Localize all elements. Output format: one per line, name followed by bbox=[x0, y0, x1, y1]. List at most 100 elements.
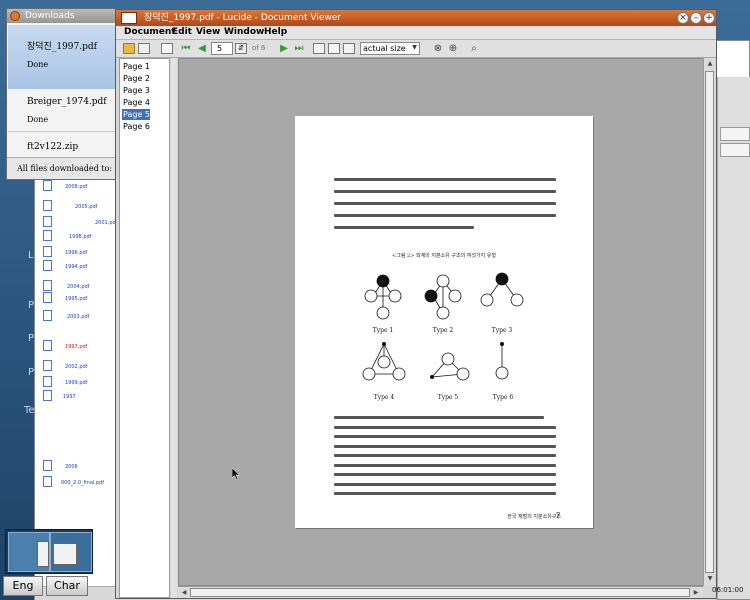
background-link-row[interactable]: 1994.pdf bbox=[35, 259, 120, 273]
first-page-icon[interactable]: ⏮ bbox=[180, 43, 192, 54]
menu-view[interactable]: View bbox=[196, 27, 220, 37]
chevron-down-icon[interactable]: ▼ bbox=[410, 43, 419, 53]
file-icon bbox=[43, 216, 52, 227]
char-button[interactable]: Char bbox=[46, 576, 88, 596]
go-to-page-icon[interactable]: ⇵ bbox=[235, 43, 247, 54]
background-link-row[interactable]: 1997.pdf bbox=[35, 339, 120, 353]
sidebar-item-page-6[interactable]: Page 6 bbox=[122, 121, 150, 132]
previous-page-icon[interactable]: ◀ bbox=[196, 43, 208, 54]
text-line bbox=[334, 482, 556, 486]
text-line bbox=[334, 178, 556, 181]
type-6-diagram bbox=[495, 342, 509, 380]
next-page-icon[interactable]: ▶ bbox=[278, 43, 290, 54]
maximize-icon[interactable]: + bbox=[703, 12, 715, 24]
background-link[interactable]: 2003.pdf bbox=[67, 314, 89, 320]
download-item[interactable]: ft2v122.zip bbox=[8, 131, 116, 155]
menu-help[interactable]: Help bbox=[264, 27, 287, 37]
zoom-icon[interactable]: ⌕ bbox=[468, 43, 480, 54]
print-icon[interactable] bbox=[138, 43, 150, 54]
background-link[interactable]: 2004.pdf bbox=[67, 284, 89, 290]
firefox-icon bbox=[10, 11, 20, 21]
text-line bbox=[334, 492, 556, 495]
mouse-cursor-icon bbox=[232, 468, 240, 480]
vertical-scroll-thumb[interactable] bbox=[705, 71, 714, 573]
text-line bbox=[334, 190, 556, 193]
download-status: Done bbox=[27, 60, 49, 69]
continuous-page-icon[interactable] bbox=[328, 43, 340, 54]
background-link-row[interactable]: 2003.pdf bbox=[35, 309, 120, 323]
properties-icon[interactable] bbox=[161, 43, 173, 54]
downloads-titlebar[interactable]: Downloads bbox=[7, 9, 117, 23]
fit-width-icon[interactable] bbox=[343, 43, 355, 54]
background-link[interactable]: 2008.pdf bbox=[65, 184, 87, 190]
text-line bbox=[334, 226, 474, 229]
background-link[interactable]: 1994.pdf bbox=[65, 264, 87, 270]
background-link-row[interactable]: 1997 bbox=[35, 389, 120, 403]
single-page-icon[interactable] bbox=[313, 43, 325, 54]
background-link[interactable]: 1997 bbox=[63, 394, 76, 400]
background-link-row[interactable]: 1999.pdf bbox=[35, 375, 120, 389]
lucide-titlebar[interactable]: 장덕진_1997.pdf - Lucide - Document Viewer … bbox=[116, 10, 716, 26]
sidebar-item-page-1[interactable]: Page 1 bbox=[122, 61, 150, 72]
background-link-row[interactable]: 2008.pdf bbox=[35, 179, 120, 193]
background-link[interactable]: 2002.pdf bbox=[65, 364, 87, 370]
background-link[interactable]: 1997.pdf bbox=[65, 344, 87, 350]
sidebar-scrollbar[interactable] bbox=[171, 58, 177, 598]
background-link-row[interactable]: 2001.pdf bbox=[35, 215, 120, 229]
minimize-icon[interactable]: – bbox=[690, 12, 702, 24]
download-item[interactable]: Breiger_1974.pdf Done bbox=[8, 89, 116, 129]
horizontal-scroll-thumb[interactable] bbox=[190, 588, 690, 597]
horizontal-scrollbar[interactable]: ◀ ▶ bbox=[178, 586, 703, 598]
background-link-row[interactable]: 2005.pdf bbox=[35, 199, 120, 213]
vertical-scrollbar[interactable]: ▲ ▼ bbox=[703, 58, 715, 586]
background-link-row[interactable]: 2006 bbox=[35, 459, 120, 473]
find-next-icon[interactable]: ⊕ bbox=[447, 43, 459, 54]
background-link[interactable]: 2006 bbox=[65, 464, 78, 470]
page-list-sidebar: Page 1 Page 2 Page 3 Page 4 Page 5 Page … bbox=[119, 58, 170, 598]
desktop-label: Te bbox=[24, 405, 35, 416]
background-link-row[interactable]: 000_2.0_final.pdf bbox=[35, 475, 120, 489]
background-link[interactable]: 1999.pdf bbox=[65, 380, 87, 386]
text-line bbox=[334, 214, 556, 217]
last-page-icon[interactable]: ⏭ bbox=[293, 43, 305, 54]
page-number-input[interactable]: 5 bbox=[211, 42, 233, 55]
text-line bbox=[334, 463, 556, 467]
background-right-panel bbox=[717, 77, 750, 599]
background-link[interactable]: 1995.pdf bbox=[65, 296, 87, 302]
type-4-label: Type 4 bbox=[373, 394, 395, 401]
type-2-diagram bbox=[424, 274, 462, 320]
background-link-row[interactable]: 1998.pdf bbox=[35, 229, 120, 243]
menu-edit[interactable]: Edit bbox=[172, 27, 192, 37]
document-view[interactable]: <그림 2> 외계의 지분소유 구조의 여섯가지 유형 Type 1 Type … bbox=[178, 58, 714, 586]
menu-document[interactable]: Document bbox=[124, 27, 176, 37]
scroll-down-icon[interactable]: ▼ bbox=[705, 574, 715, 584]
sidebar-item-page-4[interactable]: Page 4 bbox=[122, 97, 150, 108]
sidebar-item-page-5[interactable]: Page 5 bbox=[122, 109, 150, 120]
scroll-right-icon[interactable]: ▶ bbox=[691, 588, 701, 598]
background-link[interactable]: 1998.pdf bbox=[69, 234, 91, 240]
background-link[interactable]: 1996.pdf bbox=[65, 250, 87, 256]
workspace-1[interactable] bbox=[8, 532, 50, 572]
zoom-value: actual size bbox=[363, 44, 406, 53]
background-link-row[interactable]: 1996.pdf bbox=[35, 245, 120, 259]
sidebar-item-page-3[interactable]: Page 3 bbox=[122, 85, 150, 96]
language-eng-button[interactable]: Eng bbox=[3, 576, 43, 596]
download-item[interactable]: 장덕진_1997.pdf Done bbox=[8, 25, 116, 89]
background-side-button[interactable] bbox=[720, 143, 750, 157]
downloads-footer: All files downloaded to: ▸ bbox=[7, 157, 117, 179]
file-icon bbox=[43, 246, 52, 257]
scroll-up-icon[interactable]: ▲ bbox=[705, 59, 715, 69]
open-folder-icon[interactable] bbox=[123, 43, 135, 54]
background-link[interactable]: 000_2.0_final.pdf bbox=[61, 480, 104, 486]
sidebar-item-page-2[interactable]: Page 2 bbox=[122, 73, 150, 84]
find-icon[interactable]: ⊗ bbox=[432, 43, 444, 54]
scroll-left-icon[interactable]: ◀ bbox=[179, 588, 189, 598]
background-side-button[interactable] bbox=[720, 127, 750, 141]
workspace-2[interactable] bbox=[50, 532, 92, 572]
background-link[interactable]: 2005.pdf bbox=[75, 204, 97, 210]
menu-window[interactable]: Window bbox=[224, 27, 264, 37]
background-link-row[interactable]: 1995.pdf bbox=[35, 291, 120, 305]
background-link-row[interactable]: 2002.pdf bbox=[35, 359, 120, 373]
close-icon[interactable]: × bbox=[677, 12, 689, 24]
downloads-title: Downloads bbox=[25, 11, 75, 21]
